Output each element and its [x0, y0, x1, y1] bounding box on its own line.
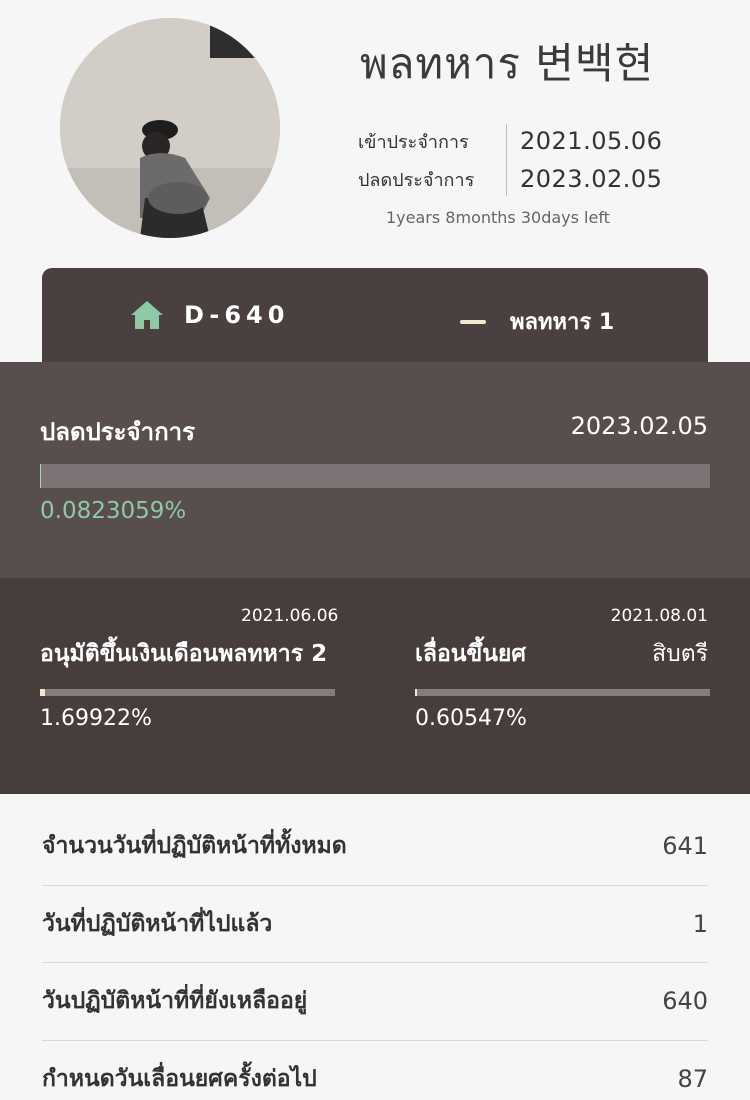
- list-item: วันปฏิบัติหน้าที่ที่ยังเหลืออยู่ 640: [42, 963, 708, 1041]
- promotion-date: 2021.08.01: [610, 606, 708, 626]
- discharge-progress-date: 2023.02.05: [570, 412, 708, 440]
- promotion-progress-fill: [415, 689, 417, 696]
- promotion-progress-track: [415, 689, 710, 696]
- discharge-progress-panel: ปลดประจำการ 2023.02.05 0.0823059%: [0, 362, 750, 578]
- discharge-label: ปลดประจำการ: [358, 169, 475, 191]
- dday-tab[interactable]: D-640: [130, 300, 289, 330]
- stat-label: จำนวนวันที่ปฏิบัติหน้าที่ทั้งหมด: [42, 833, 347, 860]
- salary-date: 2021.06.06: [241, 606, 339, 626]
- profile-avatar[interactable]: [60, 18, 280, 238]
- list-item: กำหนดวันเลื่อนยศครั้งต่อไป 87: [42, 1041, 708, 1100]
- stat-value: 640: [662, 987, 708, 1016]
- discharge-date: 2023.02.05: [520, 165, 663, 193]
- stat-value: 87: [677, 1065, 708, 1094]
- discharge-progress-track: [40, 464, 710, 488]
- salary-progress-track: [40, 689, 335, 696]
- home-icon: [131, 301, 163, 329]
- enlist-row: เข้าประจำการ 2021.05.06: [358, 122, 662, 160]
- enlist-label: เข้าประจำการ: [358, 131, 469, 153]
- rank-label: พลทหาร 1: [510, 310, 615, 335]
- service-dates: เข้าประจำการ 2021.05.06 ปลดประจำการ 2023…: [358, 122, 662, 198]
- date-divider: [506, 124, 507, 196]
- soldier-name: พลทหาร 변백현: [360, 39, 655, 88]
- service-stats-list: จำนวนวันที่ปฏิบัติหน้าที่ทั้งหมด 641 วัน…: [42, 808, 708, 1100]
- rank-bar-icon: [460, 319, 486, 324]
- salary-progress-fill: [40, 689, 45, 696]
- discharge-row: ปลดประจำการ 2023.02.05: [358, 160, 662, 198]
- stat-label: วันที่ปฏิบัติหน้าที่ไปแล้ว: [42, 910, 273, 937]
- list-item: จำนวนวันที่ปฏิบัติหน้าที่ทั้งหมด 641: [42, 808, 708, 886]
- rank-tab[interactable]: พลทหาร 1: [460, 304, 614, 339]
- stat-value: 1: [692, 909, 708, 938]
- discharge-progress-percent: 0.0823059%: [40, 498, 187, 524]
- discharge-progress-fill: [40, 464, 41, 488]
- stat-label: วันปฏิบัติหน้าที่ที่ยังเหลืออยู่: [42, 988, 308, 1015]
- salary-progress-percent: 1.69922%: [40, 706, 152, 731]
- stat-value: 641: [662, 832, 708, 861]
- stat-label: กำหนดวันเลื่อนยศครั้งต่อไป: [42, 1066, 317, 1093]
- remaining-time: 1years 8months 30days left: [386, 208, 610, 227]
- promotion-target-rank: สิบตรี: [652, 641, 708, 667]
- promotion-progress-percent: 0.60547%: [415, 706, 527, 731]
- milestones-panel: 2021.06.06 อนุมัติขึ้นเงินเดือนพลทหาร 2 …: [0, 578, 750, 794]
- promotion-label: เลื่อนขึ้นยศ: [415, 641, 527, 667]
- salary-label: อนุมัติขึ้นเงินเดือนพลทหาร 2: [40, 641, 328, 667]
- dday-counter: D-640: [184, 301, 290, 329]
- enlist-date: 2021.05.06: [520, 127, 663, 155]
- profile-photo: [60, 18, 280, 238]
- list-item: วันที่ปฏิบัติหน้าที่ไปแล้ว 1: [42, 886, 708, 963]
- discharge-progress-label: ปลดประจำการ: [40, 418, 195, 446]
